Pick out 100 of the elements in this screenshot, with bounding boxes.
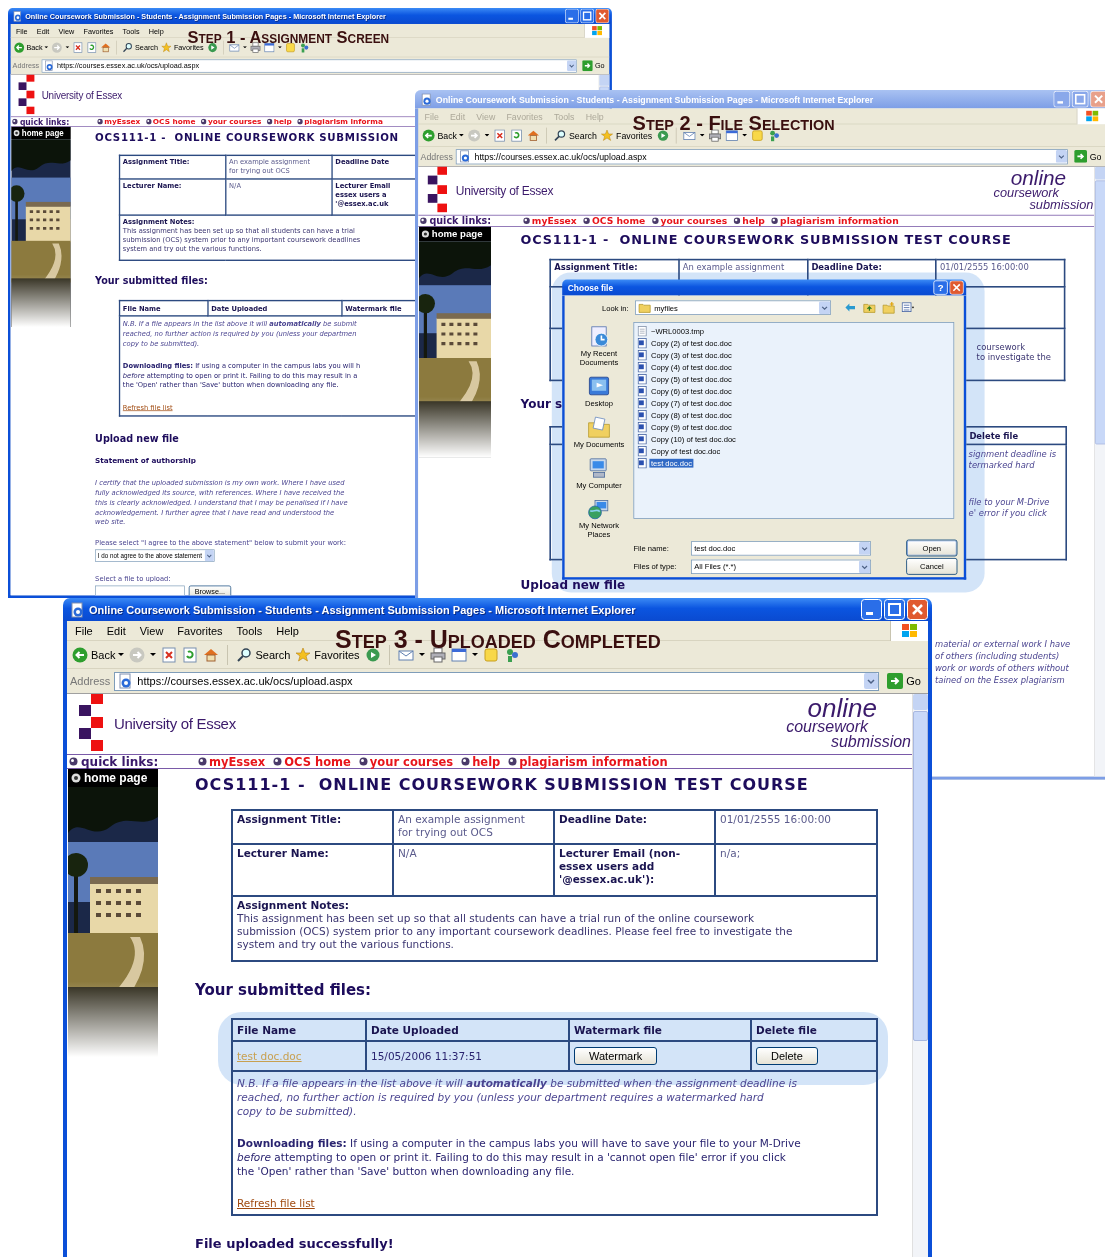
go-icon [1074,150,1088,163]
home-page-link[interactable]: home page [68,769,158,787]
search-button[interactable]: Search [236,646,291,663]
go-button[interactable]: Go [1071,150,1105,163]
home-icon[interactable] [203,646,220,663]
brand-text: coursework [993,186,1059,199]
quick-link[interactable]: plagiarism information [780,215,899,227]
menu-item[interactable]: View [139,624,164,637]
dropdown-icon[interactable] [567,60,577,72]
quick-link[interactable]: OCS home [284,754,351,769]
folder-up-icon[interactable] [863,301,876,314]
quick-link[interactable]: OCS home [592,215,646,227]
caret-icon [459,134,465,137]
view-menu-icon[interactable] [901,301,915,314]
field-label: Lecturer Email (non- essex users add '@essex.ac.uk'): [554,844,715,896]
column-header: File Name [232,1019,366,1041]
field-value: N/A [393,844,554,896]
back-icon[interactable] [843,301,857,314]
menu-item[interactable]: Help [276,624,299,637]
flag-icon [899,622,920,639]
back-button[interactable]: Back [422,128,465,142]
stop-icon[interactable] [493,128,507,142]
refresh-icon[interactable] [510,128,524,142]
go-icon [582,60,593,72]
bullet-icon [461,757,471,766]
search-icon [553,128,567,142]
address-field[interactable]: https://courses.essex.ac.uk/ocs/upload.aspx [456,148,1069,164]
quick-link[interactable]: myEssex [209,754,266,769]
people-icon[interactable] [298,41,310,53]
file-path-field[interactable] [95,585,185,596]
home-icon[interactable] [527,128,541,142]
quick-link[interactable]: myEssex [531,215,577,227]
refresh-icon[interactable] [86,41,98,53]
document-icon [637,458,647,469]
printer-icon[interactable] [708,128,722,142]
back-icon [72,646,88,663]
help-button[interactable]: ? [933,280,948,295]
minimize-button[interactable] [861,599,882,620]
back-icon [422,128,435,142]
close-button[interactable] [907,599,928,620]
printer-icon[interactable] [249,41,261,53]
university-logo [78,694,104,751]
step-caption: Step 2 - File Selection [632,111,835,134]
notes-text: This assignment has been set up so that all students can have a trial run of the online coursework submission (OCS) system prior to any important coursework deadlines. Please feel free to investigate the system and try out the various functions. [237,912,793,951]
stop-icon[interactable] [161,646,178,663]
course-heading: OCS111-1 - ONLINE COURSEWORK SUBMISSION TEST COURSE [520,231,1012,248]
close-button[interactable] [595,8,610,24]
printer-icon[interactable] [429,646,446,663]
menu-item[interactable]: Edit [106,624,126,637]
maximize-button[interactable] [580,8,595,24]
close-button[interactable] [949,280,964,295]
minimize-button[interactable] [565,8,579,24]
brand-text: submission [830,734,911,749]
dropdown-icon[interactable] [1056,150,1068,163]
course-heading: OCS111-1 - ONLINE COURSEWORK SUBMISSION TEST COURSE [195,775,809,795]
caret-icon [277,46,282,49]
quick-link[interactable]: help [472,754,501,769]
brand-text: online [1010,169,1067,187]
document-icon [637,386,647,397]
star-icon [295,646,312,663]
home-page-link[interactable]: home page [419,226,491,242]
flag-icon [590,24,604,37]
play-icon[interactable] [656,128,670,142]
back-button[interactable]: Back [72,646,125,663]
home-icon[interactable] [100,41,112,53]
menu-item[interactable]: Tools [236,624,263,637]
dropdown-icon[interactable] [864,673,879,689]
caret-icon [44,46,49,49]
note-text: Downloading files: If using a computer in the campus labs you will have to save your file to your M-Drive before attempting to open or print it. Failing to do this may result in a 'cannot open file' error if you click the 'Open' rather than 'Save' button when downloading any file. [237,1136,801,1178]
dropdown-icon [204,550,214,562]
note-text: signment deadline is termarked hard [968,448,1057,472]
menu-item[interactable]: Favorites [177,624,223,637]
search-button[interactable]: Search [553,128,597,142]
play-icon[interactable] [207,41,218,53]
bullet-icon [651,217,659,225]
watermark-button[interactable]: Watermark [574,1047,658,1065]
note-icon[interactable] [750,128,764,142]
menu-item[interactable]: File [75,624,93,637]
window-icon[interactable] [450,646,467,663]
play-icon[interactable] [364,646,381,663]
note-icon[interactable] [482,646,499,663]
home-page-link[interactable]: home page [11,126,71,140]
university-logo [427,166,448,213]
delete-button[interactable]: Delete [756,1047,818,1065]
quick-link[interactable]: your courses [369,754,454,769]
maximize-button[interactable] [884,599,905,620]
quick-link[interactable]: plagiarism information [519,754,668,769]
note-icon[interactable] [284,41,296,53]
course-heading: OCS111-1 - ONLINE COURSEWORK SUBMISSION [95,131,399,145]
go-button[interactable]: Go [883,673,925,689]
address-field[interactable]: https://courses.essex.ac.uk/ocs/upload.aspx [114,671,880,691]
people-icon[interactable] [767,128,781,142]
window-icon[interactable] [263,41,275,53]
refresh-link[interactable]: Refresh file list [237,1197,315,1209]
page-icon [11,10,23,22]
stop-icon[interactable] [73,41,84,53]
refresh-icon[interactable] [182,646,199,663]
window-icon[interactable] [725,128,738,142]
quick-link[interactable]: help [742,215,765,227]
quick-link[interactable]: your courses [660,215,728,227]
